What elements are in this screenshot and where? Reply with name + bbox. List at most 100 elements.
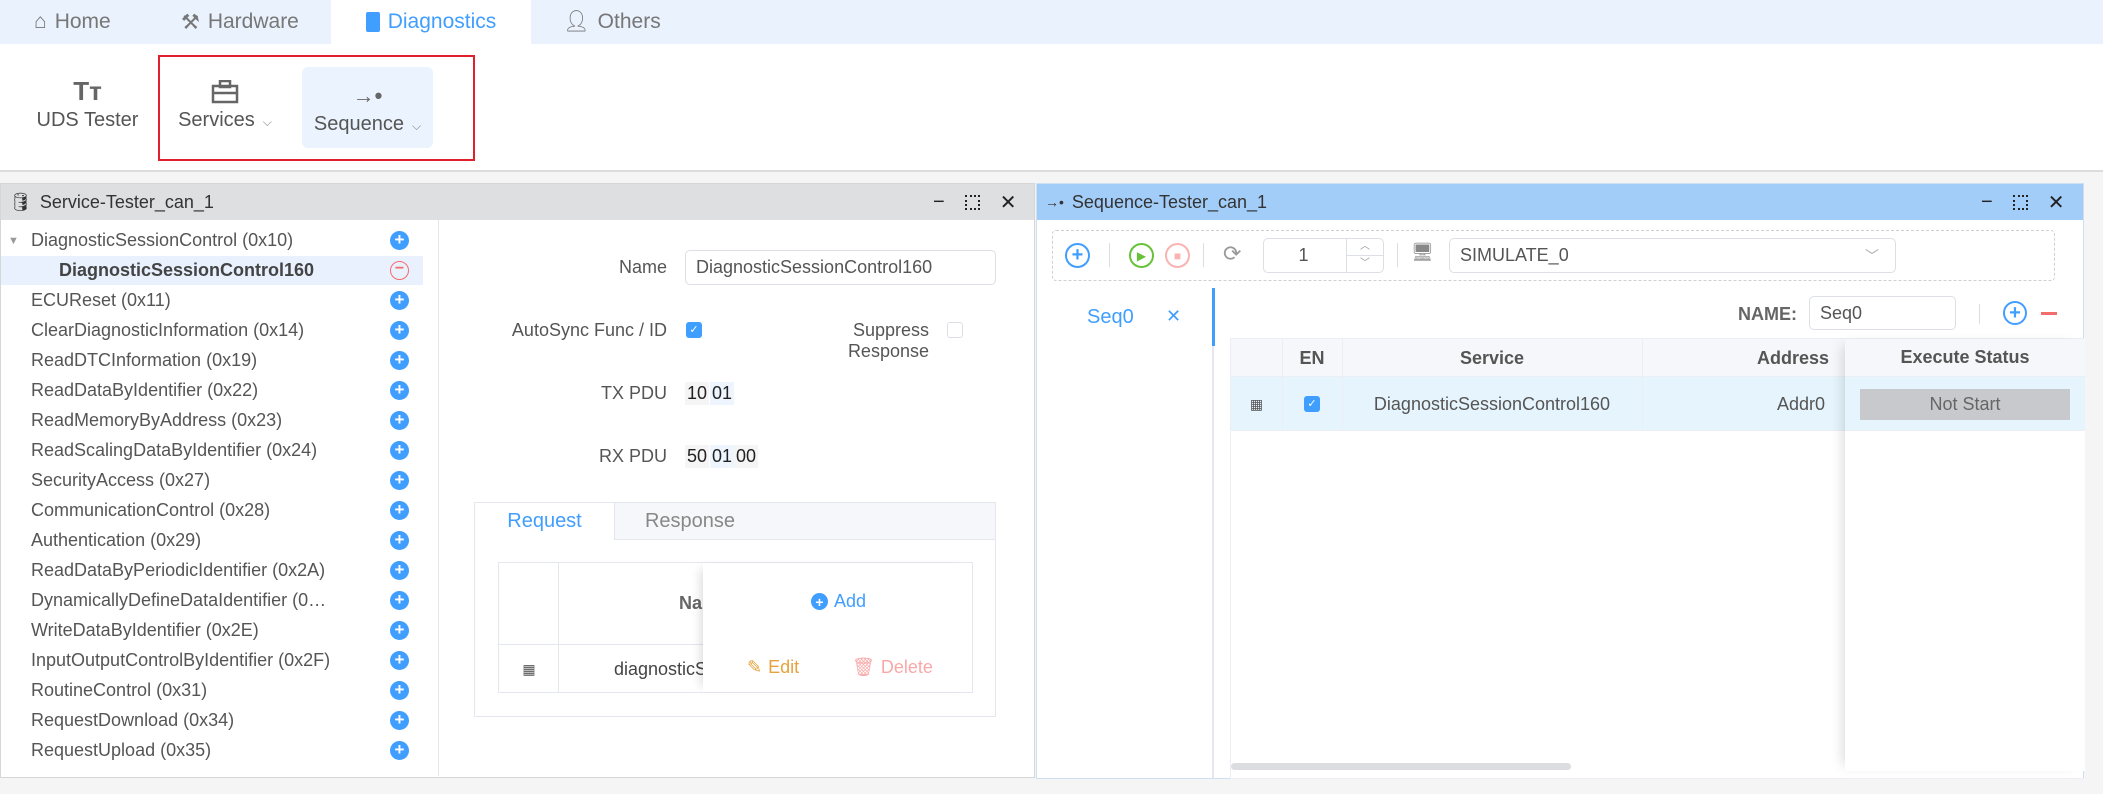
tree-item[interactable]: ▼ DiagnosticSessionControl (0x10) +	[1, 226, 423, 255]
add-circle-icon[interactable]: +	[390, 621, 409, 640]
tab-hardware-label: Hardware	[207, 10, 299, 33]
tx-pdu-label: TX PDU	[600, 383, 667, 403]
sequence-toolbar: + ▶ ■ ⟳ 1 ︿ ﹀ 🖥︎ SIMULATE_0 ﹀	[1052, 230, 2055, 281]
close-seq-tab-icon[interactable]: ✕	[1166, 306, 1181, 327]
repeat-count-input[interactable]: 1 ︿ ﹀	[1263, 238, 1384, 273]
uds-tester-button[interactable]: Tт UDS Tester	[30, 68, 145, 138]
home-icon: ⌂	[34, 10, 47, 33]
tree-item[interactable]: ReadScalingDataByIdentifier (0x24) +	[1, 436, 423, 465]
autosync-checkbox[interactable]: ✓	[686, 322, 702, 338]
chevron-down-icon: ﹀	[1865, 247, 1879, 264]
tab-home[interactable]: ⌂ Home	[34, 0, 111, 44]
add-sequence-button[interactable]: +	[1065, 243, 1090, 268]
add-param-button[interactable]: + Add	[811, 591, 866, 612]
minimize-icon[interactable]: −	[1981, 191, 1993, 214]
add-circle-icon[interactable]: +	[390, 471, 409, 490]
column-header-service: Service	[1459, 347, 1525, 368]
add-circle-icon[interactable]: +	[390, 561, 409, 580]
autosync-label: AutoSync Func / ID	[511, 320, 667, 340]
delete-param-button[interactable]: 🗑︎ Delete	[852, 657, 933, 678]
expand-caret-icon[interactable]: ▼	[8, 235, 19, 247]
tree-item-label: ReadScalingDataByIdentifier (0x24)	[31, 440, 318, 460]
add-circle-icon[interactable]: +	[390, 651, 409, 670]
tree-item[interactable]: DiagnosticSessionControl160 −	[1, 256, 423, 285]
tab-others[interactable]: 👤︎ Others	[563, 0, 661, 44]
remove-circle-icon[interactable]: −	[390, 261, 409, 280]
enable-checkbox[interactable]: ✓	[1304, 396, 1320, 412]
tree-item[interactable]: ReadDataByPeriodicIdentifier (0x2A) +	[1, 556, 423, 585]
maximize-icon[interactable]	[2012, 194, 2028, 210]
tree-item-label: RequestDownload (0x34)	[31, 710, 235, 730]
tree-item[interactable]: ECUReset (0x11) +	[1, 286, 423, 315]
add-circle-icon[interactable]: +	[390, 741, 409, 760]
add-circle-icon[interactable]: +	[390, 501, 409, 520]
add-circle-icon[interactable]: +	[390, 291, 409, 310]
tab-diagnostics-label: Diagnostics	[387, 10, 497, 33]
tree-item[interactable]: RoutineControl (0x31) +	[1, 676, 423, 705]
edit-param-button[interactable]: ✎ Edit	[747, 657, 799, 678]
request-response-tabs: Request Response Na ▦ diagnosticS + Add ✎…	[474, 502, 996, 717]
tab-others-label: Others	[597, 10, 661, 33]
add-circle-icon[interactable]: +	[390, 351, 409, 370]
name-input[interactable]: DiagnosticSessionControl160	[685, 250, 996, 285]
divider	[1203, 243, 1204, 267]
run-button[interactable]: ▶	[1129, 243, 1154, 268]
tree-item[interactable]: ReadMemoryByAddress (0x23) +	[1, 406, 423, 435]
tx-byte: 10	[685, 382, 710, 405]
diagnostics-icon	[365, 12, 380, 32]
add-circle-icon[interactable]: +	[390, 441, 409, 460]
tree-item[interactable]: WriteDataByIdentifier (0x2E) +	[1, 616, 423, 645]
add-circle-icon[interactable]: +	[390, 711, 409, 730]
minimize-icon[interactable]: −	[933, 191, 945, 214]
close-icon[interactable]: ✕	[2048, 190, 2065, 215]
add-circle-icon[interactable]: +	[390, 381, 409, 400]
seq-tab-divider	[1212, 288, 1214, 778]
tab-response[interactable]: Response	[615, 503, 765, 540]
text-size-icon: Tт	[73, 76, 102, 106]
drag-handle-icon[interactable]: ▦	[1231, 377, 1282, 431]
suppress-response-label: Suppress Response	[847, 320, 929, 361]
horizontal-scrollbar[interactable]	[1231, 763, 1571, 770]
tree-item[interactable]: RequestDownload (0x34) +	[1, 706, 423, 735]
tree-item-label: RequestUpload (0x35)	[31, 740, 212, 760]
remove-step-button[interactable]	[2041, 312, 2057, 315]
seq-name-input[interactable]: Seq0	[1809, 296, 1956, 330]
tree-item[interactable]: InputOutputControlByIdentifier (0x2F) +	[1, 646, 423, 675]
close-icon[interactable]: ✕	[1000, 190, 1017, 215]
seq-tab[interactable]: Seq0	[1087, 306, 1134, 329]
maximize-icon[interactable]	[964, 194, 980, 210]
service-tree: ▼ DiagnosticSessionControl (0x10) + Diagnos…	[1, 220, 439, 776]
stepper-buttons[interactable]: ︿ ﹀	[1346, 239, 1383, 272]
add-circle-icon[interactable]: +	[390, 321, 409, 340]
stepper-down-icon[interactable]: ﹀	[1347, 256, 1383, 272]
delete-label: Delete	[880, 657, 933, 677]
rx-byte: 50	[685, 445, 710, 468]
add-step-button[interactable]: +	[2003, 301, 2027, 325]
suppress-response-checkbox[interactable]	[947, 322, 963, 338]
drag-handle-icon[interactable]: ▦	[519, 649, 539, 689]
add-circle-icon[interactable]: +	[390, 531, 409, 550]
tree-item-label: SecurityAccess (0x27)	[31, 470, 211, 490]
tree-item[interactable]: ClearDiagnosticInformation (0x14) +	[1, 316, 423, 345]
tab-diagnostics[interactable]: Diagnostics	[331, 0, 531, 44]
tree-item[interactable]: Authentication (0x29) +	[1, 526, 423, 555]
rx-pdu-label: RX PDU	[598, 446, 667, 466]
stop-button[interactable]: ■	[1165, 243, 1190, 268]
tree-item-label: ReadDataByIdentifier (0x22)	[31, 380, 259, 400]
add-circle-icon[interactable]: +	[390, 411, 409, 430]
device-select[interactable]: SIMULATE_0 ﹀	[1449, 238, 1896, 273]
tab-request[interactable]: Request	[475, 503, 615, 540]
tree-item[interactable]: SecurityAccess (0x27) +	[1, 466, 423, 495]
tab-hardware[interactable]: ⚒ Hardware	[181, 0, 299, 44]
tree-item-label: RoutineControl (0x31)	[31, 680, 208, 700]
stepper-up-icon[interactable]: ︿	[1347, 239, 1383, 256]
add-circle-icon[interactable]: +	[390, 591, 409, 610]
tree-item[interactable]: ReadDataByIdentifier (0x22) +	[1, 376, 423, 405]
tree-item[interactable]: ReadDTCInformation (0x19) +	[1, 346, 423, 375]
tree-item[interactable]: DynamicallyDefineDataIdentifier (0… +	[1, 586, 423, 615]
add-circle-icon[interactable]: +	[390, 681, 409, 700]
tree-item[interactable]: RequestUpload (0x35) +	[1, 736, 423, 765]
tree-item-label: WriteDataByIdentifier (0x2E)	[31, 620, 259, 640]
add-circle-icon[interactable]: +	[390, 231, 409, 250]
tree-item[interactable]: CommunicationControl (0x28) +	[1, 496, 423, 525]
